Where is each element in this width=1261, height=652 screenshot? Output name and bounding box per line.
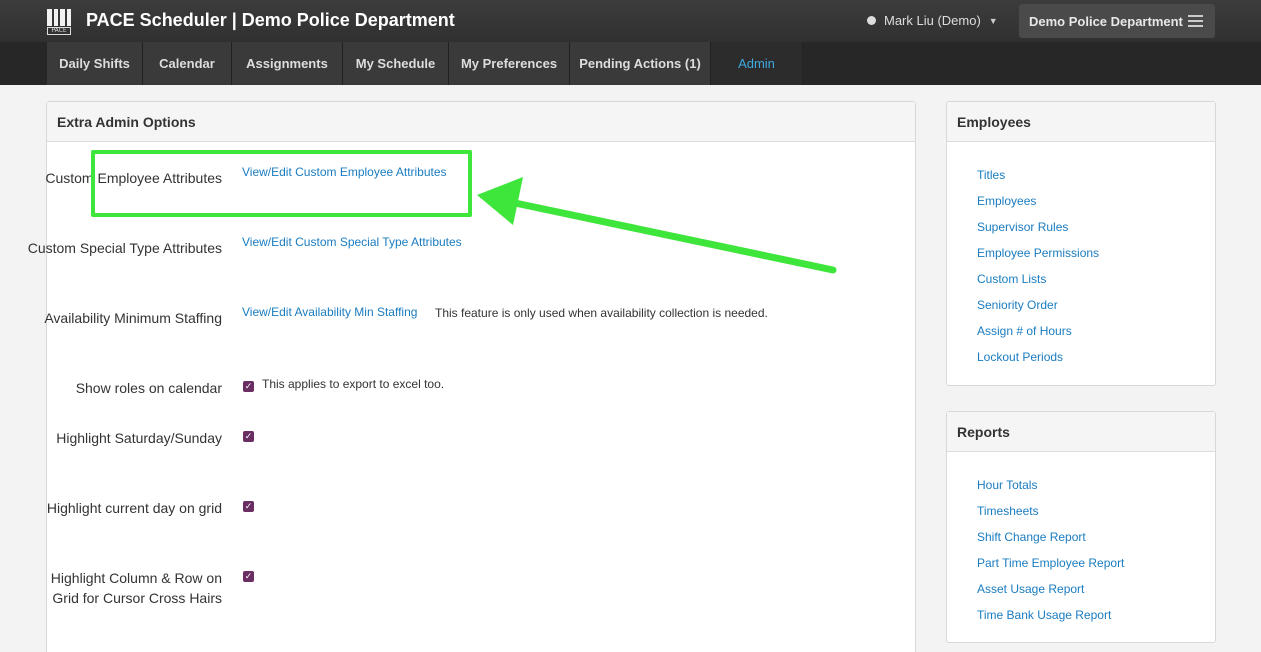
annotation-arrow-icon (477, 177, 837, 274)
